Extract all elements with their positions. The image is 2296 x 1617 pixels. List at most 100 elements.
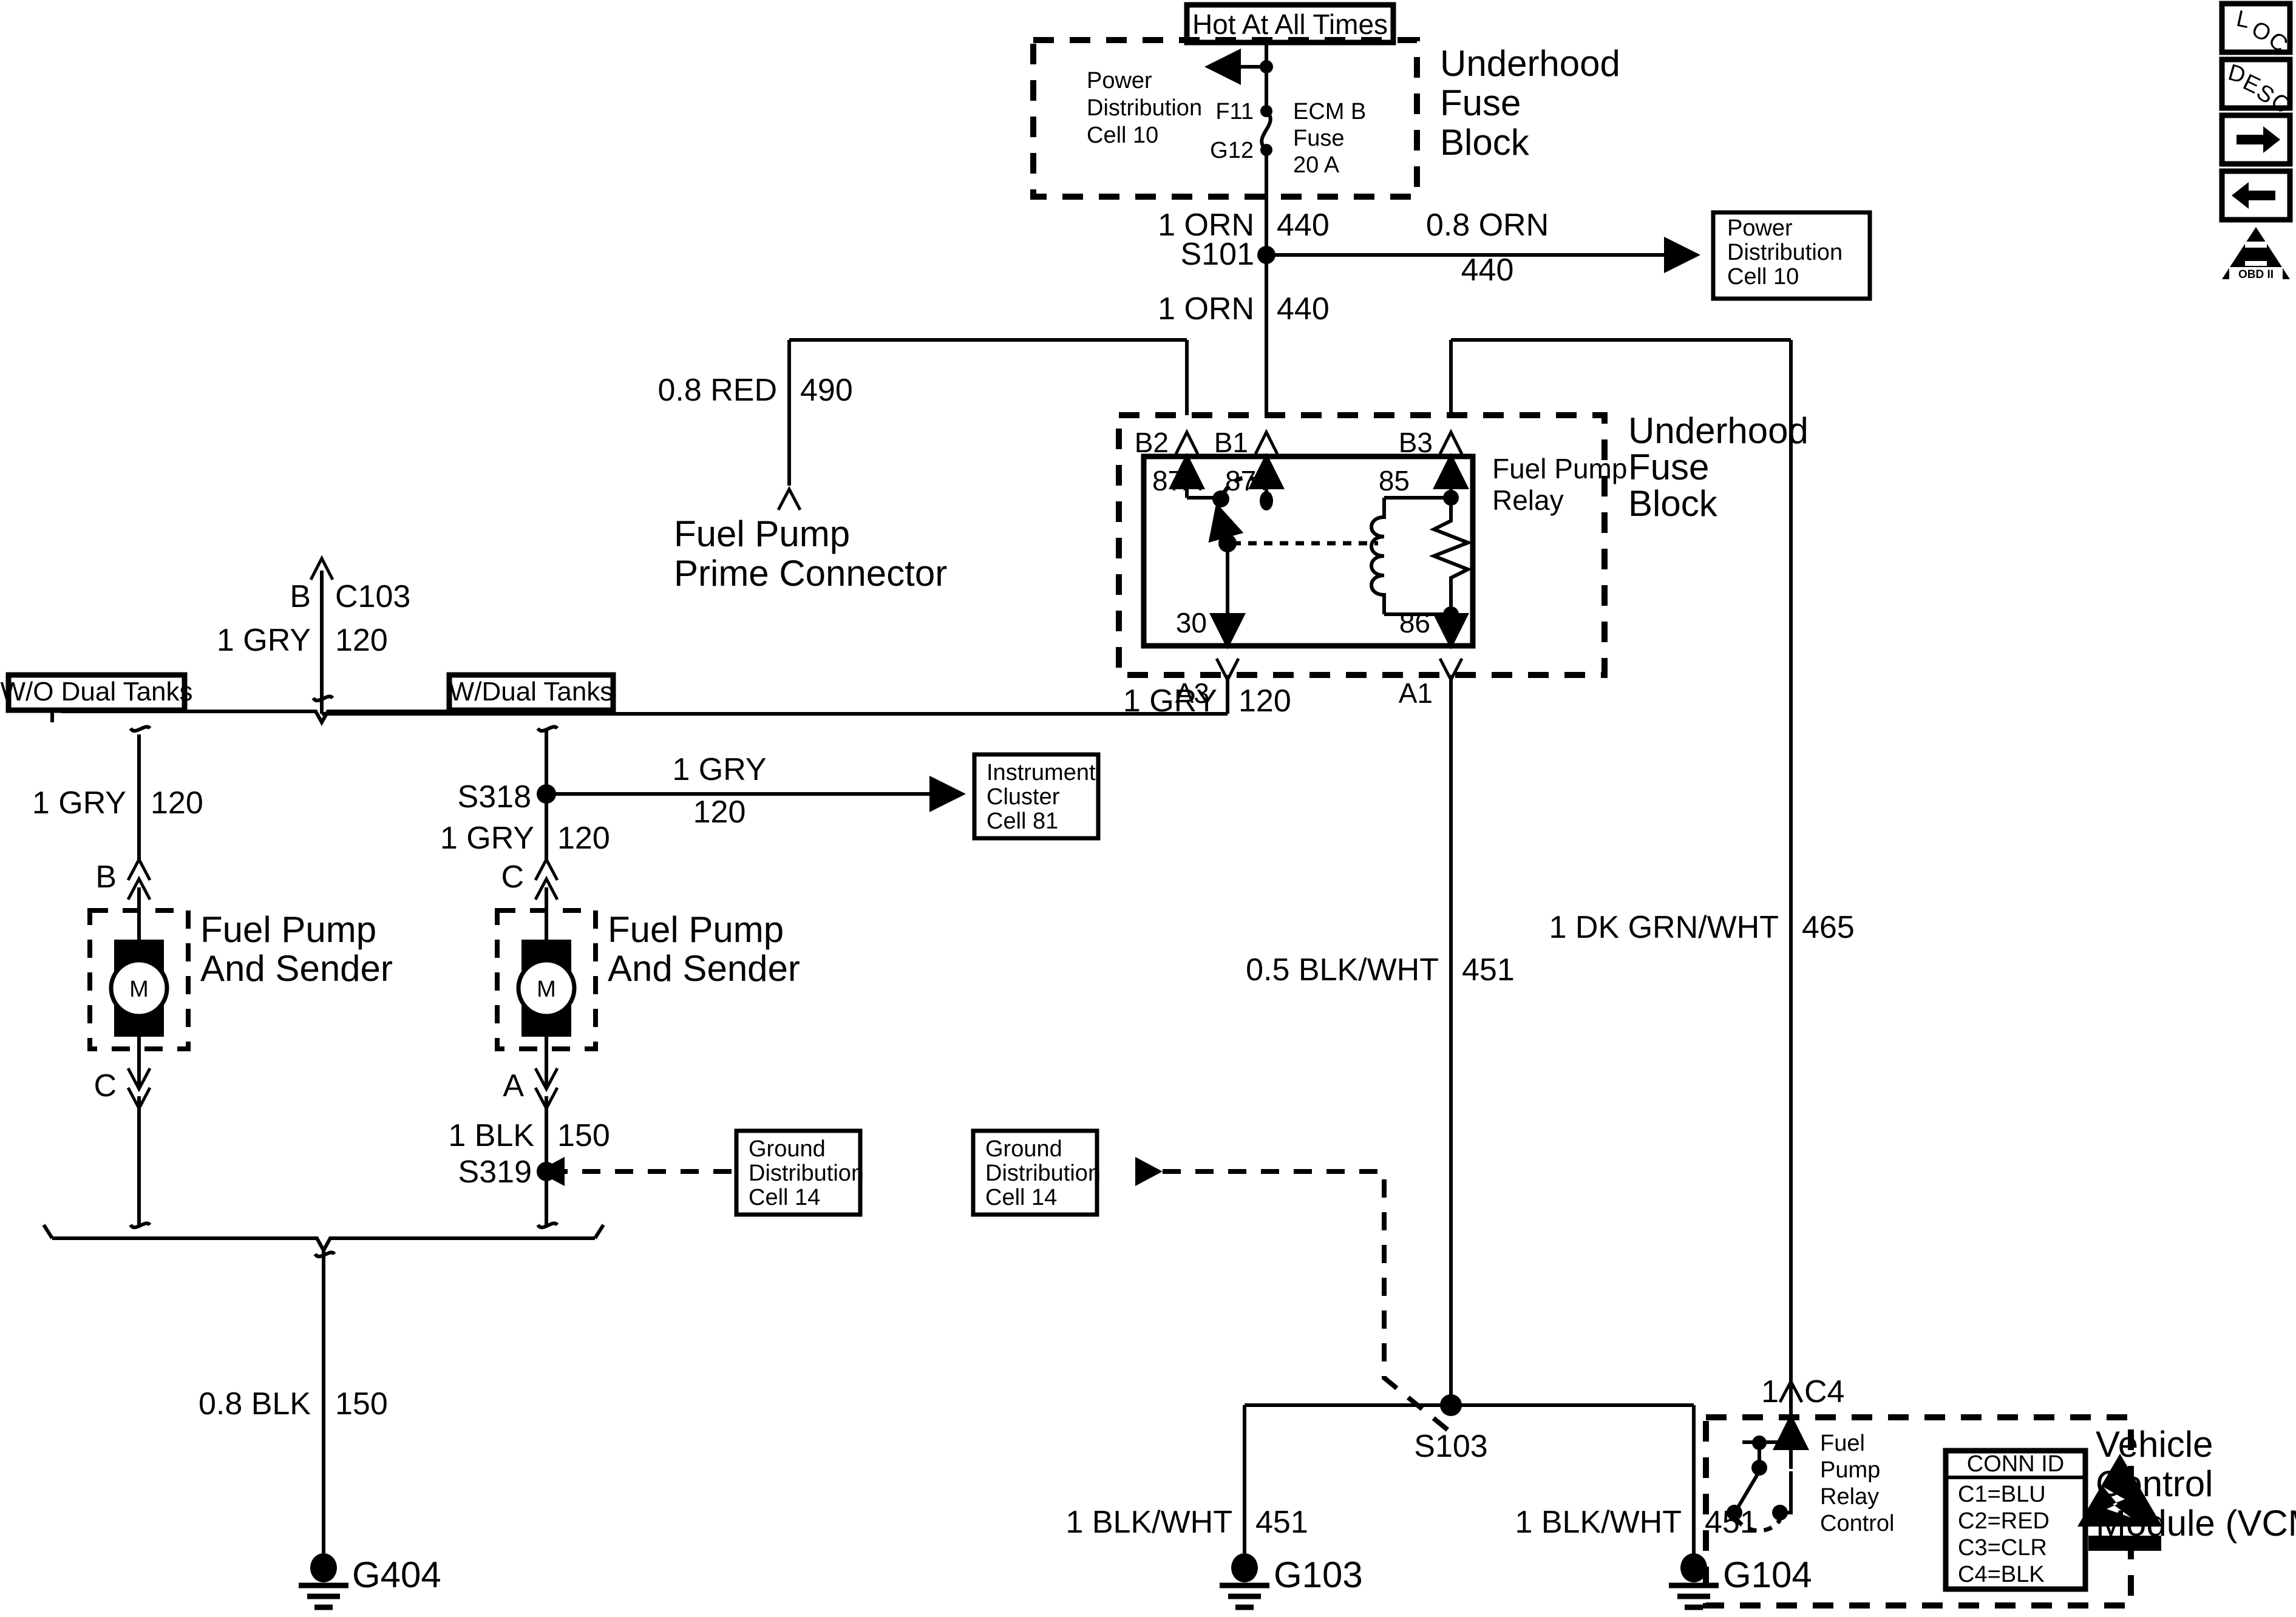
motor-symbol-right: M (537, 977, 556, 1002)
fuse-terminal-g12-label: G12 (1210, 138, 1254, 163)
underhood-fuse-block-top-line3: Block (1440, 122, 1530, 163)
pump-right-label-line1: Fuel Pump (608, 909, 784, 950)
wire-label-blk-150-bottom: 0.8 BLK (199, 1386, 311, 1422)
relay-pin-85-label: 85 (1379, 465, 1410, 497)
wire-label-blkwht-right: 1 BLK/WHT (1515, 1505, 1682, 1540)
wire-label-blkwht-left-num: 451 (1255, 1505, 1308, 1540)
option-hook-left-bottom (129, 1221, 152, 1230)
cluster-cell81-line2: Cluster (987, 784, 1060, 810)
wire-label-orn-mid: 1 ORN (1158, 291, 1254, 327)
pd-cell10-box-line3: Cell 10 (1727, 264, 1799, 290)
vcm-label-line3: Module (VCM) (2096, 1503, 2296, 1544)
wire-label-gry-left-pump-num: 120 (151, 785, 203, 821)
wire-label-red-490: 0.8 RED (657, 373, 777, 408)
wire-label-orn-top-num: 440 (1277, 208, 1330, 243)
underhood-fuse-block-relay-line3: Block (1628, 483, 1718, 524)
relay-conn-b1-label: B1 (1214, 427, 1248, 458)
splice-s103-label: S103 (1414, 1429, 1487, 1464)
prime-connector-line2: Prime Connector (674, 553, 947, 594)
wire-label-red-490-num: 490 (800, 373, 853, 408)
wire-label-gry-relay: 1 GRY (1123, 683, 1217, 719)
gnd-cell14-right-line1: Ground (985, 1136, 1062, 1162)
gnd-cell14-right-line2: Distribution (985, 1161, 1101, 1186)
vcm-label-line2: Control (2096, 1463, 2213, 1504)
wire-label-dkgrnwht-num: 465 (1802, 910, 1855, 945)
ground-dot-g103 (1231, 1553, 1258, 1582)
splice-s319-label: S319 (458, 1154, 532, 1190)
wire-label-blk-150-right: 1 BLK (448, 1118, 534, 1153)
wire-label-orn-branch-num: 440 (1461, 253, 1514, 288)
conn-id-header-label: CONN ID (1967, 1451, 2064, 1477)
wire-label-gry-relay-num: 120 (1238, 683, 1291, 719)
option-label-without-dual-tanks: W/O Dual Tanks (0, 677, 192, 707)
pd-cell10-box-line1: Power (1727, 215, 1793, 241)
relay-name-line2: Relay (1492, 484, 1564, 516)
relay-pin-86-label: 86 (1399, 607, 1430, 639)
underhood-fuse-block-top-line2: Fuse (1440, 83, 1521, 123)
pd-cell10-top-line2: Distribution (1087, 95, 1202, 121)
wire-label-gry-right-pump-num: 120 (557, 821, 610, 856)
pump-right-label-line2: And Sender (608, 948, 800, 989)
ground-label-g104: G104 (1723, 1554, 1812, 1595)
option-hook-c103 (311, 694, 335, 703)
connector-b3-arrow (1438, 429, 1464, 455)
fuse-name-line1: ECM B (1293, 99, 1366, 124)
gnd-cell14-left-line1: Ground (749, 1136, 826, 1162)
cluster-cell81-line3: Cell 81 (987, 808, 1058, 834)
wire-label-blk-150-right-num: 150 (557, 1118, 610, 1153)
pump-left-label-line1: Fuel Pump (200, 909, 376, 950)
wire-label-gry-right-pump: 1 GRY (440, 821, 534, 856)
relay-pin-87-label: 87 (1225, 465, 1256, 497)
pd-cell10-top-line1: Power (1087, 68, 1152, 93)
prime-connector-arrow (776, 486, 802, 511)
vcm-label-line1: Vehicle (2096, 1424, 2213, 1465)
fuse-terminal-f11-label: F11 (1215, 99, 1254, 124)
conn-id-row-1: C2=RED (1958, 1508, 2050, 1534)
option-label-with-dual-tanks: W/Dual Tanks (449, 677, 614, 707)
prime-connector-line1: Fuel Pump (674, 514, 850, 554)
option-hook-right (536, 725, 559, 733)
underhood-fuse-block-relay-line2: Fuse (1628, 447, 1709, 487)
option-join-right-tip (593, 1224, 605, 1239)
vcm-driver-line1: Fuel (1820, 1431, 1865, 1456)
wire-label-blk-150-bottom-num: 150 (335, 1386, 388, 1422)
pd-cell10-box-line2: Distribution (1727, 240, 1843, 265)
option-hook-left (129, 725, 152, 733)
connector-b1-arrow (1254, 429, 1279, 455)
obd-badge-roman-label: II (2252, 245, 2260, 263)
vcm-driver-line2: Pump (1820, 1457, 1880, 1483)
fuse-name-line2: Fuse (1293, 126, 1344, 151)
motor-symbol-left: M (129, 977, 149, 1002)
pump-left-pin-top-label: B (95, 859, 117, 895)
wire-label-gry-c103: 1 GRY (217, 623, 311, 658)
cluster-cell81-line1: Instrument (987, 760, 1096, 785)
hot-at-all-times-label: Hot At All Times (1192, 8, 1388, 40)
conn-id-row-3: C4=BLK (1958, 1562, 2045, 1587)
pump-left-pin-bottom-label: C (93, 1068, 117, 1103)
option-split-brace-top (61, 710, 595, 727)
ground-dist-arrowhead-left (537, 1157, 565, 1186)
conn-id-row-2: C3=CLR (1958, 1535, 2047, 1561)
wire-label-blkwht-right-num: 451 (1705, 1505, 1758, 1540)
wire-label-dkgrnwht: 1 DK GRN/WHT (1549, 910, 1779, 945)
wire-label-gry-s318-out-num: 120 (693, 795, 746, 830)
vcm-driver-line4: Control (1820, 1511, 1895, 1536)
relay-contact-87 (1260, 491, 1273, 510)
gnd-cell14-left-line2: Distribution (749, 1161, 864, 1186)
gnd-cell14-left-line3: Cell 14 (749, 1185, 820, 1210)
vcm-driver-line3: Relay (1820, 1484, 1879, 1510)
option-hook-right-bottom (536, 1221, 559, 1230)
fuse-name-line3: 20 A (1293, 152, 1340, 178)
wire-label-blkwht-left: 1 BLK/WHT (1066, 1505, 1233, 1540)
underhood-fuse-block-relay-line1: Underhood (1628, 410, 1809, 451)
option-join-brace-bottom (52, 1236, 595, 1255)
wire-label-orn-branch: 0.8 ORN (1426, 208, 1549, 243)
pump-right-pin-top-label: C (501, 859, 524, 895)
splice-s101-label: S101 (1181, 237, 1254, 272)
wire-ground-dist-dashed-right (1163, 1169, 1453, 1435)
ground-dist-arrowhead-right (1135, 1157, 1163, 1186)
relay-conn-a1-label: A1 (1399, 677, 1433, 709)
relay-pin-30-label: 30 (1176, 607, 1207, 639)
relay-name-line1: Fuel Pump (1492, 453, 1627, 484)
vcm-connector-label: C4 (1804, 1374, 1844, 1409)
